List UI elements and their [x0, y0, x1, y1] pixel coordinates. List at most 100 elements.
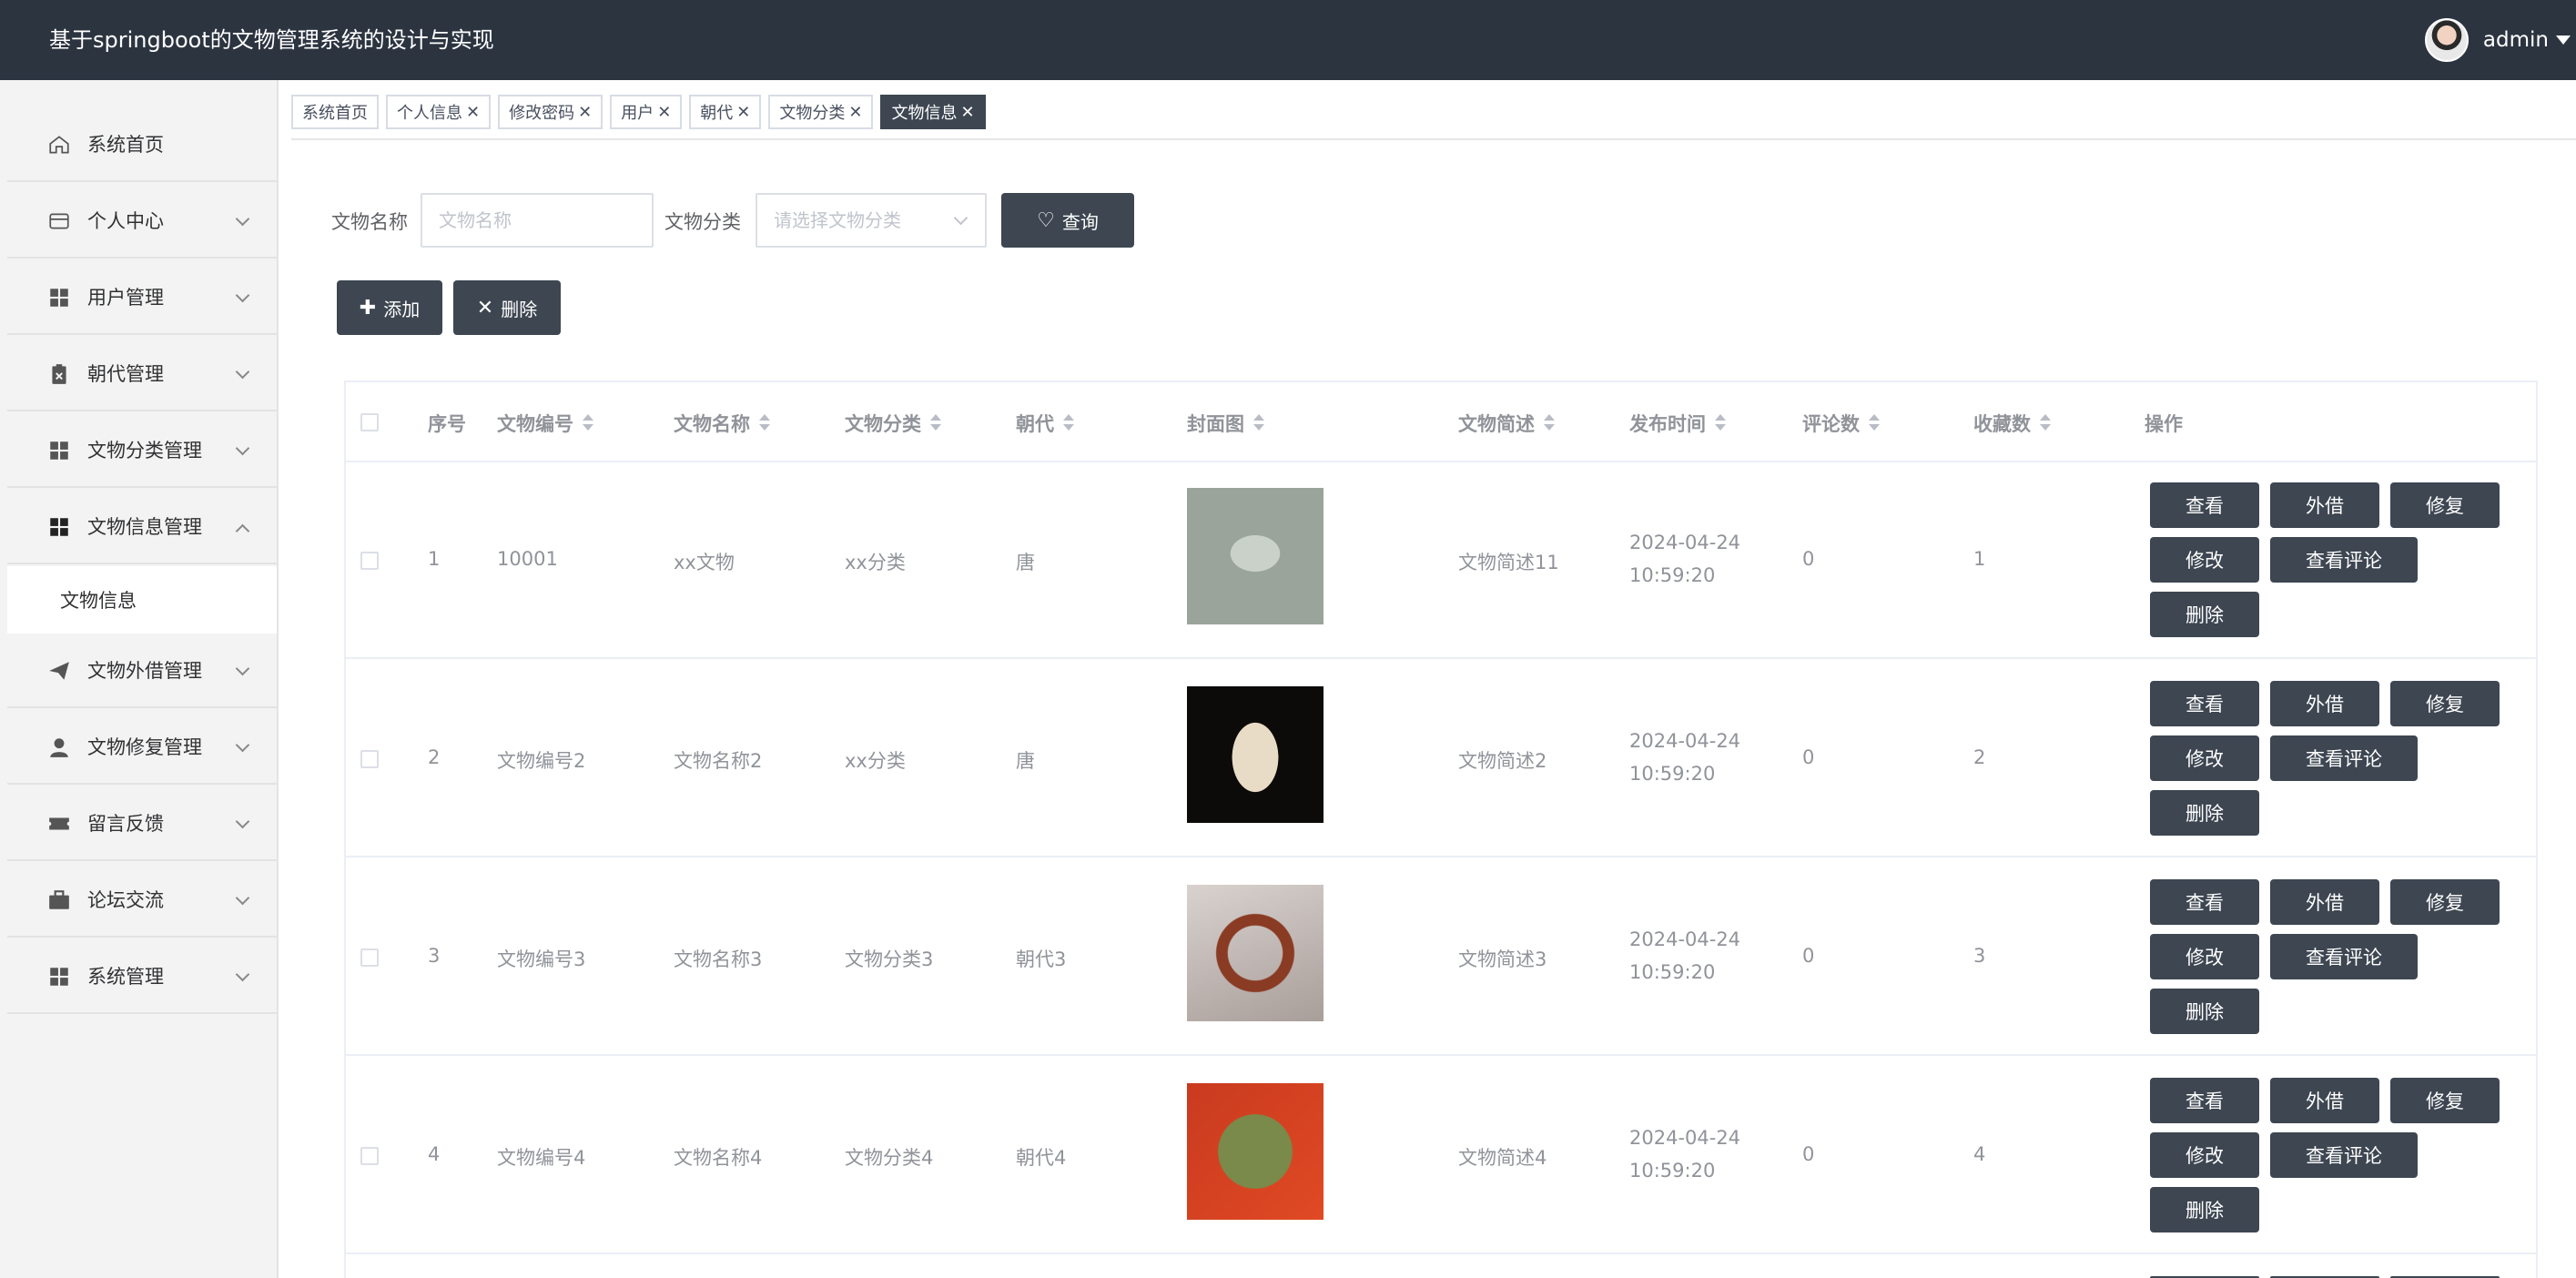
view-comments-button[interactable]: 查看评论 [2270, 537, 2418, 583]
sidebar-item-lending[interactable]: 文物外借管理 [7, 634, 277, 708]
lend-button[interactable]: 外借 [2270, 681, 2379, 726]
header-name[interactable]: 文物名称 [674, 410, 770, 437]
row-checkbox[interactable] [360, 948, 379, 967]
sidebar-item-category[interactable]: 文物分类管理 [7, 413, 277, 488]
home-icon [49, 136, 69, 154]
cover-image[interactable] [1187, 885, 1323, 1021]
edit-button[interactable]: 修改 [2150, 934, 2259, 979]
sidebar-item-relic-info[interactable]: 文物信息管理 [7, 490, 277, 564]
tab-dynasty[interactable]: 朝代 ✕ [689, 95, 762, 129]
header-category[interactable]: 文物分类 [845, 410, 941, 437]
lend-button[interactable]: 外借 [2270, 1078, 2379, 1123]
sidebar-item-label: 用户管理 [87, 287, 164, 309]
tab-category[interactable]: 文物分类 ✕ [768, 95, 874, 129]
header-code[interactable]: 文物编号 [497, 410, 593, 437]
sort-icon[interactable] [1544, 414, 1555, 432]
sort-icon[interactable] [583, 414, 593, 432]
cover-image[interactable] [1187, 686, 1323, 823]
ticket-icon [49, 817, 69, 830]
sidebar-item-home[interactable]: 系统首页 [7, 107, 277, 182]
repair-button[interactable]: 修复 [2390, 482, 2500, 528]
tab-password[interactable]: 修改密码 ✕ [498, 95, 603, 129]
relic-name-input[interactable] [421, 193, 654, 248]
edit-button[interactable]: 修改 [2150, 735, 2259, 781]
sidebar-item-feedback[interactable]: 留言反馈 [7, 786, 277, 861]
add-button[interactable]: ✚ 添加 [337, 280, 442, 335]
header-desc[interactable]: 文物简述 [1458, 410, 1555, 437]
header-label: 文物分类 [845, 413, 921, 435]
view-comments-button[interactable]: 查看评论 [2270, 934, 2418, 979]
sidebar-item-forum[interactable]: 论坛交流 [7, 863, 277, 938]
close-icon[interactable]: ✕ [578, 103, 592, 122]
view-comments-button[interactable]: 查看评论 [2270, 735, 2418, 781]
select-all-checkbox[interactable] [360, 413, 379, 431]
caret-down-icon[interactable] [2556, 36, 2571, 45]
grid-icon [50, 968, 68, 986]
view-button[interactable]: 查看 [2150, 681, 2259, 726]
user-menu[interactable]: admin [2424, 0, 2576, 80]
delete-button[interactable]: 删除 [2150, 989, 2259, 1034]
header-dynasty[interactable]: 朝代 [1016, 410, 1074, 437]
table-row: 4 文物编号4 文物名称4 文物分类4 朝代4 文物简述4 2024-04-24… [346, 1058, 2536, 1254]
close-icon[interactable]: ✕ [736, 103, 750, 122]
repair-button[interactable]: 修复 [2390, 1078, 2500, 1123]
delete-button[interactable]: 删除 [2150, 790, 2259, 836]
cell-comments: 0 [1802, 746, 1815, 768]
query-button[interactable]: ♡ 查询 [1001, 193, 1134, 248]
delete-button[interactable]: 删除 [2150, 592, 2259, 637]
row-checkbox[interactable] [360, 552, 379, 570]
header-favorites[interactable]: 收藏数 [1973, 410, 2051, 437]
avatar[interactable] [2424, 18, 2469, 62]
sidebar-item-label: 文物外借管理 [87, 660, 202, 682]
view-button[interactable]: 查看 [2150, 1078, 2259, 1123]
tab-user[interactable]: 用户 ✕ [610, 95, 683, 129]
cover-image[interactable] [1187, 1083, 1323, 1220]
repair-button[interactable]: 修复 [2390, 879, 2500, 925]
sidebar-item-repair[interactable]: 文物修复管理 [7, 710, 277, 785]
sidebar-item-system[interactable]: 系统管理 [7, 939, 277, 1014]
sort-icon[interactable] [1253, 414, 1264, 432]
row-checkbox[interactable] [360, 750, 379, 768]
header-comments[interactable]: 评论数 [1802, 410, 1880, 437]
sort-icon[interactable] [2040, 414, 2051, 432]
repair-button[interactable]: 修复 [2390, 681, 2500, 726]
lend-button[interactable]: 外借 [2270, 482, 2379, 528]
sidebar-item-profile[interactable]: 个人中心 [7, 184, 277, 259]
edit-button[interactable]: 修改 [2150, 1132, 2259, 1178]
tab-relic-info[interactable]: 文物信息 ✕ [880, 95, 986, 129]
row-checkbox[interactable] [360, 1147, 379, 1165]
cell-name: 文物名称2 [674, 750, 763, 772]
add-button-label: 添加 [383, 298, 421, 320]
view-button[interactable]: 查看 [2150, 482, 2259, 528]
close-icon[interactable]: ✕ [657, 103, 671, 122]
tab-profile[interactable]: 个人信息 ✕ [386, 95, 492, 129]
delete-button-label: 删除 [501, 298, 538, 320]
header-label: 收藏数 [1973, 413, 2031, 435]
table-header: 序号 文物编号 文物名称 文物分类 朝代 封面图 文物简述 发布时间 评论数 收… [346, 382, 2536, 462]
delete-button[interactable]: 删除 [2150, 1187, 2259, 1232]
sidebar-item-users[interactable]: 用户管理 [7, 260, 277, 335]
batch-delete-button[interactable]: ✕ 删除 [453, 280, 561, 335]
header-time[interactable]: 发布时间 [1629, 410, 1726, 437]
view-comments-button[interactable]: 查看评论 [2270, 1132, 2418, 1178]
close-icon[interactable]: ✕ [848, 103, 862, 122]
sort-icon[interactable] [1715, 414, 1726, 432]
sort-icon[interactable] [1869, 414, 1880, 432]
sort-icon[interactable] [930, 414, 941, 432]
user-name[interactable]: admin [2483, 28, 2549, 52]
relic-category-select[interactable]: 请选择文物分类 [756, 193, 987, 248]
header-cover[interactable]: 封面图 [1187, 410, 1264, 437]
chevron-down-icon [235, 661, 250, 676]
close-icon[interactable]: ✕ [960, 103, 974, 122]
sort-icon[interactable] [759, 414, 770, 432]
close-icon[interactable]: ✕ [466, 103, 480, 122]
view-button[interactable]: 查看 [2150, 879, 2259, 925]
edit-button[interactable]: 修改 [2150, 537, 2259, 583]
sidebar-subitem-relic-info[interactable]: 文物信息 [7, 566, 277, 634]
cover-image[interactable] [1187, 488, 1323, 624]
tab-label: 用户 [621, 104, 654, 123]
lend-button[interactable]: 外借 [2270, 879, 2379, 925]
sidebar-item-dynasty[interactable]: 朝代管理 [7, 337, 277, 411]
tab-home[interactable]: 系统首页 [291, 95, 379, 129]
sort-icon[interactable] [1063, 414, 1074, 432]
